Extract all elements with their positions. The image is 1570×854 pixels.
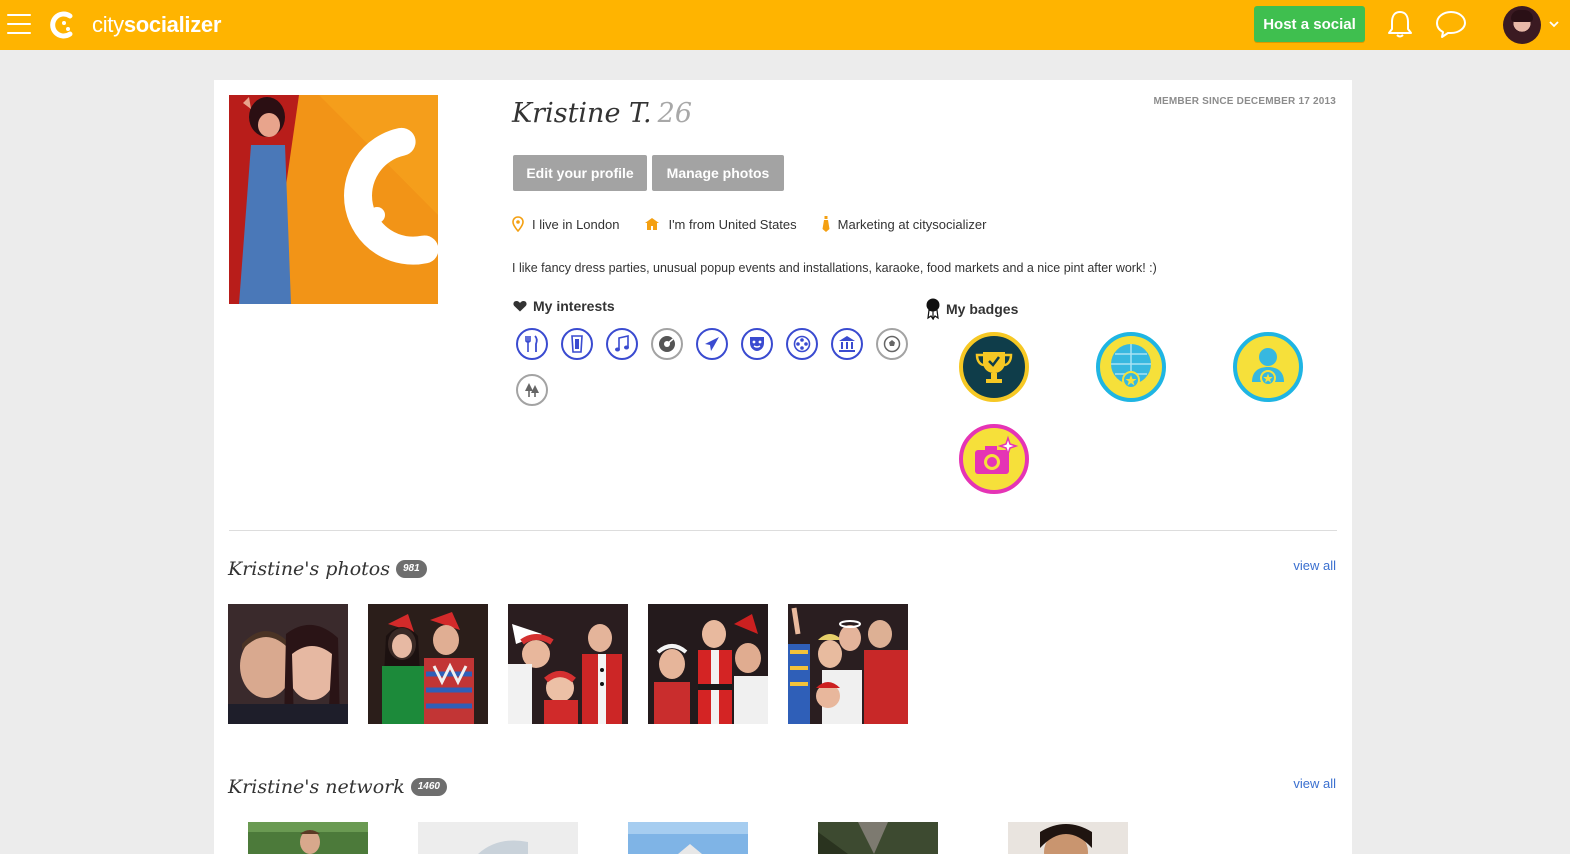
hometown-text: I'm from United States — [668, 216, 797, 232]
beer-glass-icon — [571, 335, 583, 353]
trees-icon — [525, 383, 539, 397]
photo-image — [788, 604, 908, 724]
person-star-badge-icon — [1252, 348, 1284, 386]
interest-culture[interactable] — [831, 328, 863, 360]
network-member-image — [418, 822, 578, 854]
network-count-badge: 1460 — [410, 778, 447, 796]
host-a-social-button[interactable]: Host a social — [1254, 6, 1365, 42]
music-note-icon — [615, 335, 629, 352]
job-info: Marketing at citysocializer — [822, 216, 987, 232]
photo-image — [648, 604, 768, 724]
trophy-badge-icon — [975, 352, 1013, 383]
network-member-image — [1008, 822, 1128, 854]
interest-food[interactable] — [516, 328, 548, 360]
network-member-thumbnail[interactable] — [418, 822, 578, 854]
top-navigation-bar: citysocializer Host a social — [0, 0, 1570, 50]
badge-disco[interactable] — [1096, 332, 1166, 402]
citysocializer-logo-icon[interactable] — [48, 10, 78, 40]
camera-badge-icon — [975, 435, 1019, 474]
photo-thumbnail[interactable] — [508, 604, 628, 724]
photo-thumbnail[interactable] — [228, 604, 348, 724]
network-member-thumbnail[interactable] — [818, 822, 938, 854]
hamburger-menu-icon[interactable] — [7, 14, 31, 34]
messages-chat-icon[interactable] — [1434, 9, 1468, 39]
museum-icon — [839, 336, 855, 352]
chevron-down-icon[interactable] — [1549, 20, 1559, 28]
lives-in-text: I live in London — [532, 216, 620, 232]
network-title: Kristine's network — [228, 776, 405, 798]
film-reel-icon — [793, 335, 811, 353]
network-view-all-link[interactable]: view all — [1293, 776, 1336, 791]
section-divider — [229, 530, 1337, 531]
network-member-image — [248, 822, 368, 854]
interest-music[interactable] — [606, 328, 638, 360]
vinyl-record-icon — [659, 336, 675, 352]
interest-nightlife[interactable] — [651, 328, 683, 360]
airplane-icon — [705, 337, 719, 351]
photos-count-badge: 981 — [395, 560, 427, 578]
fork-knife-icon — [525, 335, 538, 352]
profile-name: Kristine T. — [512, 98, 652, 129]
profile-card: MEMBER SINCE DECEMBER 17 2013 Kristine T… — [214, 80, 1352, 854]
photos-section-title: Kristine's photos 981 — [228, 558, 427, 580]
profile-info-row: I live in London I'm from United States … — [512, 216, 1011, 232]
badge-host[interactable] — [1233, 332, 1303, 402]
photos-view-all-link[interactable]: view all — [1293, 558, 1336, 573]
network-member-thumbnail[interactable] — [248, 822, 368, 854]
rosette-icon — [926, 298, 940, 320]
network-section-title: Kristine's network 1460 — [228, 776, 447, 798]
interest-outdoors[interactable] — [516, 374, 548, 406]
network-member-image — [628, 822, 748, 854]
theatre-mask-icon — [750, 337, 764, 351]
hometown-info: I'm from United States — [644, 216, 797, 232]
profile-age: 26 — [657, 98, 692, 129]
edit-profile-button[interactable]: Edit your profile — [513, 155, 647, 191]
interests-label: My interests — [533, 298, 615, 314]
interest-theatre[interactable] — [741, 328, 773, 360]
photo-image — [228, 604, 348, 724]
interest-sports[interactable] — [876, 328, 908, 360]
interests-heading: My interests — [513, 298, 615, 314]
logo-wordmark[interactable]: citysocializer — [92, 12, 221, 38]
photos-title: Kristine's photos — [228, 558, 390, 580]
logo-text-city: city — [92, 12, 124, 37]
badges-label: My badges — [946, 301, 1019, 317]
network-member-thumbnail[interactable] — [1008, 822, 1128, 854]
badge-trophy[interactable] — [959, 332, 1029, 402]
network-member-thumbnail[interactable] — [628, 822, 748, 854]
photo-thumbnail[interactable] — [788, 604, 908, 724]
badge-photographer[interactable] — [959, 424, 1029, 494]
interest-travel[interactable] — [696, 328, 728, 360]
photo-image — [508, 604, 628, 724]
photo-thumbnail[interactable] — [648, 604, 768, 724]
logo-text-socializer: socializer — [123, 12, 222, 37]
profile-name-heading: Kristine T. 26 — [512, 98, 692, 129]
badges-heading: My badges — [926, 298, 1018, 320]
member-since-label: MEMBER SINCE DECEMBER 17 2013 — [1153, 96, 1336, 107]
location-pin-icon — [512, 216, 524, 232]
photo-image — [368, 604, 488, 724]
profile-bio: I like fancy dress parties, unusual popu… — [512, 261, 1157, 275]
job-text: Marketing at citysocializer — [837, 216, 987, 232]
user-avatar[interactable] — [1503, 6, 1541, 44]
network-member-image — [818, 822, 938, 854]
manage-photos-button[interactable]: Manage photos — [652, 155, 784, 191]
interest-film[interactable] — [786, 328, 818, 360]
heart-icon — [513, 301, 527, 312]
photo-thumbnail[interactable] — [368, 604, 488, 724]
profile-photo-image — [229, 95, 438, 304]
interest-drinks[interactable] — [561, 328, 593, 360]
location-info: I live in London — [512, 216, 619, 232]
home-icon — [645, 218, 660, 230]
notifications-bell-icon[interactable] — [1386, 9, 1414, 39]
disco-ball-badge-icon — [1111, 344, 1151, 389]
profile-photo[interactable] — [229, 95, 438, 304]
tie-icon — [822, 216, 830, 232]
football-icon — [883, 335, 901, 353]
